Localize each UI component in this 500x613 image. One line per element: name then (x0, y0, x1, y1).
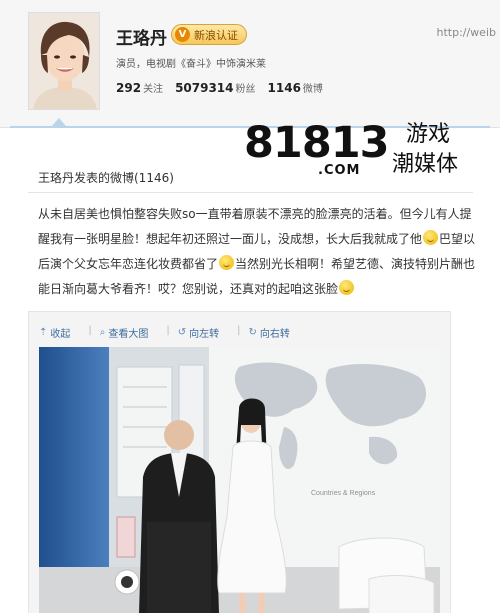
rotate-right-label: 向右转 (259, 329, 290, 340)
media-toolbar: ⇡ 收起 | ⌕ 查看大图 | ↺ 向左转 | ↻ 向右转 (39, 325, 308, 340)
following-label[interactable]: 关注 (143, 80, 163, 95)
post-text-seg1: 从未自居美也惧怕整容失败so一直带着原装不漂亮的脸漂亮的活着。但今儿有人提醒我有… (38, 207, 472, 246)
feed-title: 王珞丹发表的微博(1146) (38, 171, 174, 185)
collapse-button[interactable]: ⇡ 收起 (39, 325, 70, 340)
collapse-label: 收起 (50, 329, 71, 340)
profile-bio: 演员，电视剧《奋斗》中饰演米莱 (116, 59, 266, 70)
watermark-com: .COM (318, 163, 361, 178)
rotate-left-button[interactable]: ↺ 向左转 (178, 325, 219, 340)
post-photo[interactable]: Countries & Regions (39, 347, 440, 613)
profile-header: 王珞丹 V 新浪认证 http://weib 演员，电视剧《奋斗》中饰演米莱 2… (0, 0, 500, 128)
smiley-emoticon-icon (423, 230, 439, 245)
watermark-line2: 潮媒体 (392, 152, 459, 177)
toolbar-separator: | (166, 325, 170, 336)
avatar[interactable] (28, 12, 100, 110)
verified-badge[interactable]: V 新浪认证 (171, 24, 247, 45)
view-large-label: 查看大图 (108, 329, 149, 340)
rotate-left-label: 向左转 (189, 329, 220, 340)
fans-label[interactable]: 粉丝 (236, 80, 256, 95)
posts-label[interactable]: 微博 (303, 80, 323, 95)
posts-count[interactable]: 1146 (268, 81, 301, 95)
profile-name[interactable]: 王珞丹 (116, 24, 167, 49)
post-text: 从未自居美也惧怕整容失败so一直带着原装不漂亮的脸漂亮的活着。但今儿有人提醒我有… (38, 202, 478, 302)
media-card: ⇡ 收起 | ⌕ 查看大图 | ↺ 向左转 | ↻ 向右转 Countries … (28, 311, 451, 613)
tab-indicator-arrow (52, 118, 66, 126)
profile-url[interactable]: http://weib (436, 26, 496, 39)
smiley-emoticon-icon (219, 255, 235, 270)
rotate-right-icon: ↻ (248, 327, 257, 338)
rotate-left-icon: ↺ (177, 327, 187, 338)
watermark-line1: 游戏 (406, 122, 451, 147)
photo-caption: Countries & Regions (311, 490, 376, 497)
watermark-number: 81813 (244, 118, 390, 168)
fans-count[interactable]: 5079314 (175, 81, 233, 95)
smiley-emoticon-icon (339, 280, 355, 295)
site-watermark: 81813 .COM 游戏 潮媒体 (244, 120, 484, 186)
verified-v-icon: V (175, 27, 190, 42)
view-large-button[interactable]: ⌕ 查看大图 (100, 325, 149, 340)
feed-divider (28, 192, 473, 193)
toolbar-separator: | (237, 325, 241, 336)
following-count[interactable]: 292 (116, 81, 141, 95)
profile-stats: 292 关注 5079314 粉丝 1146 微博 (116, 80, 335, 95)
toolbar-separator: | (88, 325, 92, 336)
verified-label: 新浪认证 (194, 28, 238, 42)
rotate-right-button[interactable]: ↻ 向右转 (249, 325, 290, 340)
magnifier-icon: ⌕ (99, 327, 106, 338)
collapse-arrow-icon: ⇡ (39, 327, 48, 338)
